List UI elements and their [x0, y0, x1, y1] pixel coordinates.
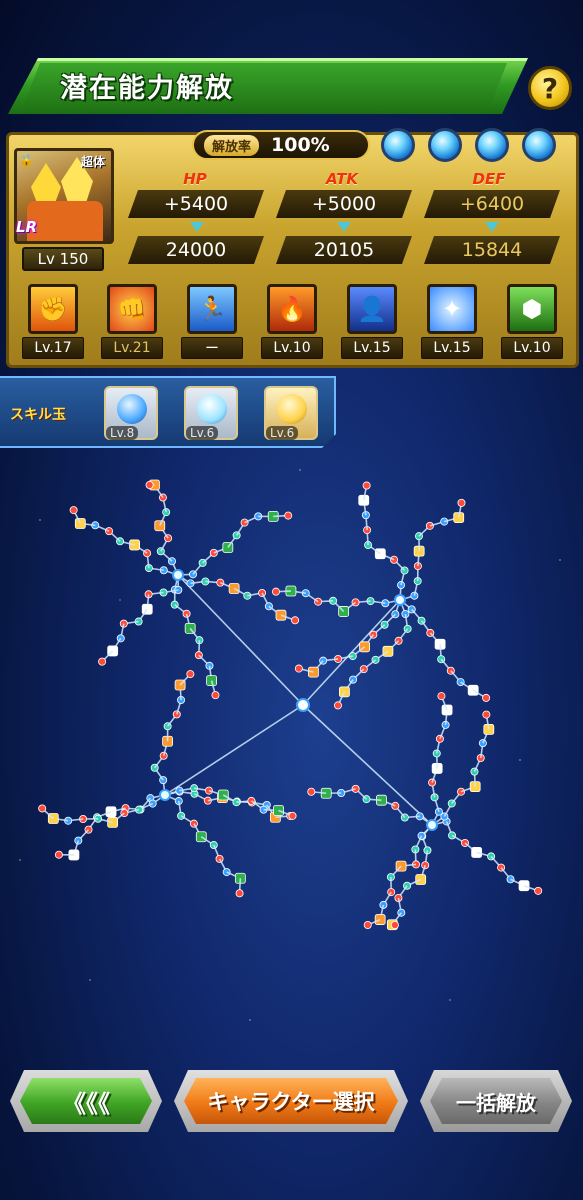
tree-center-node[interactable] [296, 698, 310, 712]
tree-node[interactable] [437, 692, 446, 701]
tree-skill-node[interactable] [275, 609, 287, 621]
back-button-label: 《《《 [20, 1078, 152, 1124]
rarity-badge: LR [16, 218, 38, 236]
release-orb-icon [475, 128, 509, 162]
back-button[interactable]: 《《《 [10, 1070, 162, 1132]
tree-trunk [302, 704, 433, 826]
tree-skill-node[interactable] [467, 684, 479, 696]
skill-level: Lv.15 [341, 337, 403, 359]
fist-icon[interactable]: ✊ [28, 284, 78, 334]
tree-skill-node[interactable] [195, 831, 207, 843]
character-level: Lv 150 [22, 247, 104, 271]
tree-node[interactable] [177, 811, 186, 820]
portrait-hair [31, 163, 61, 203]
tree-node[interactable] [69, 506, 78, 515]
atk-total: 20105 [276, 236, 412, 264]
runner-icon[interactable]: 🏃 [187, 284, 237, 334]
release-orb-icon [522, 128, 556, 162]
tree-node[interactable] [54, 850, 63, 859]
tree-node[interactable] [105, 527, 114, 536]
skill-orb-icon [197, 394, 227, 424]
release-rate-value: 100% [271, 134, 330, 156]
def-total: 15844 [424, 236, 560, 264]
type-tag: 超体 [80, 155, 105, 169]
tree-node[interactable] [222, 868, 231, 877]
tree-node[interactable] [145, 480, 154, 489]
goku-kid-icon[interactable]: 👤 [347, 284, 397, 334]
tree-skill-node[interactable] [441, 704, 453, 716]
tree-skill-node[interactable] [374, 548, 386, 560]
tree-node[interactable] [390, 920, 399, 929]
skill-orb-level: Lv.6 [266, 426, 299, 440]
tree-node[interactable] [294, 664, 303, 673]
help-button[interactable]: ? [528, 66, 572, 110]
tree-skill-node[interactable] [74, 518, 86, 529]
tree-node[interactable] [98, 657, 107, 666]
lock-icon: 🔒 [19, 153, 34, 167]
skill-orb-label: スキル玉 [10, 407, 66, 423]
def-label: DEF [472, 170, 506, 188]
tree-node[interactable] [363, 920, 372, 929]
skill-level: ー [181, 337, 243, 359]
character-select-label: キャラクター選択 [184, 1078, 398, 1124]
tree-node[interactable] [235, 889, 244, 898]
hp-label: HP [183, 170, 207, 188]
skill-level: Lv.17 [22, 337, 84, 359]
tree-node[interactable] [291, 616, 300, 625]
skill-orb-icon [117, 394, 147, 424]
tree-skill-node[interactable] [206, 675, 218, 687]
skill-orb-icon [277, 394, 307, 424]
tree-node[interactable] [211, 691, 220, 700]
release-rate-label: 解放率 [204, 134, 260, 156]
hp-total: 24000 [128, 236, 264, 264]
tree-node[interactable] [215, 854, 224, 863]
tree-node[interactable] [506, 875, 515, 884]
question-icon: ? [541, 71, 559, 105]
tree-node[interactable] [482, 710, 491, 719]
tree-trunk [164, 704, 304, 796]
bulk-release-button[interactable]: 一括解放 [420, 1070, 572, 1132]
skill-orb-level: Lv.8 [106, 426, 139, 440]
tree-node[interactable] [288, 811, 297, 820]
punch-icon[interactable]: 👊 [107, 284, 157, 334]
character-select-button[interactable]: キャラクター選択 [174, 1070, 408, 1132]
tree-node[interactable] [482, 693, 491, 702]
skill-orb-level: Lv.6 [186, 426, 219, 440]
tree-node[interactable] [448, 831, 457, 840]
atk-label: ATK [325, 170, 359, 188]
hp-bonus: +5400 [128, 190, 264, 218]
ki-blast-icon[interactable]: ✦ [427, 284, 477, 334]
tree-node[interactable] [333, 701, 342, 710]
skill-level: Lv.21 [101, 337, 163, 359]
tree-hub-node[interactable] [394, 594, 406, 606]
tree-node[interactable] [38, 804, 47, 813]
skill-level: Lv.10 [501, 337, 563, 359]
tree-hub-node[interactable] [426, 819, 438, 831]
skill-level: Lv.10 [261, 337, 323, 359]
tree-node[interactable] [240, 518, 249, 527]
release-orb-icon [381, 128, 415, 162]
def-bonus: +6400 [424, 190, 560, 218]
tree-hub-node[interactable] [172, 569, 184, 581]
tree-node[interactable] [307, 787, 316, 796]
tree-node[interactable] [271, 587, 280, 596]
shield-icon[interactable]: ⬢ [507, 284, 557, 334]
atk-bonus: +5000 [276, 190, 412, 218]
release-rate-box: 解放率 100% [192, 130, 370, 160]
skill-level: Lv.15 [421, 337, 483, 359]
tree-node[interactable] [216, 578, 225, 587]
page-title: 潜在能力解放 [60, 73, 234, 104]
tree-node[interactable] [186, 670, 195, 679]
release-orb-icon [428, 128, 462, 162]
potential-tree[interactable] [0, 470, 583, 940]
tree-node[interactable] [457, 498, 466, 507]
tree-node[interactable] [284, 511, 293, 520]
tree-hub-node[interactable] [159, 789, 171, 801]
bulk-release-label: 一括解放 [430, 1078, 562, 1124]
goku-silhouette-icon[interactable]: 🔥 [267, 284, 317, 334]
tree-node[interactable] [362, 481, 371, 490]
tree-node[interactable] [534, 886, 543, 895]
